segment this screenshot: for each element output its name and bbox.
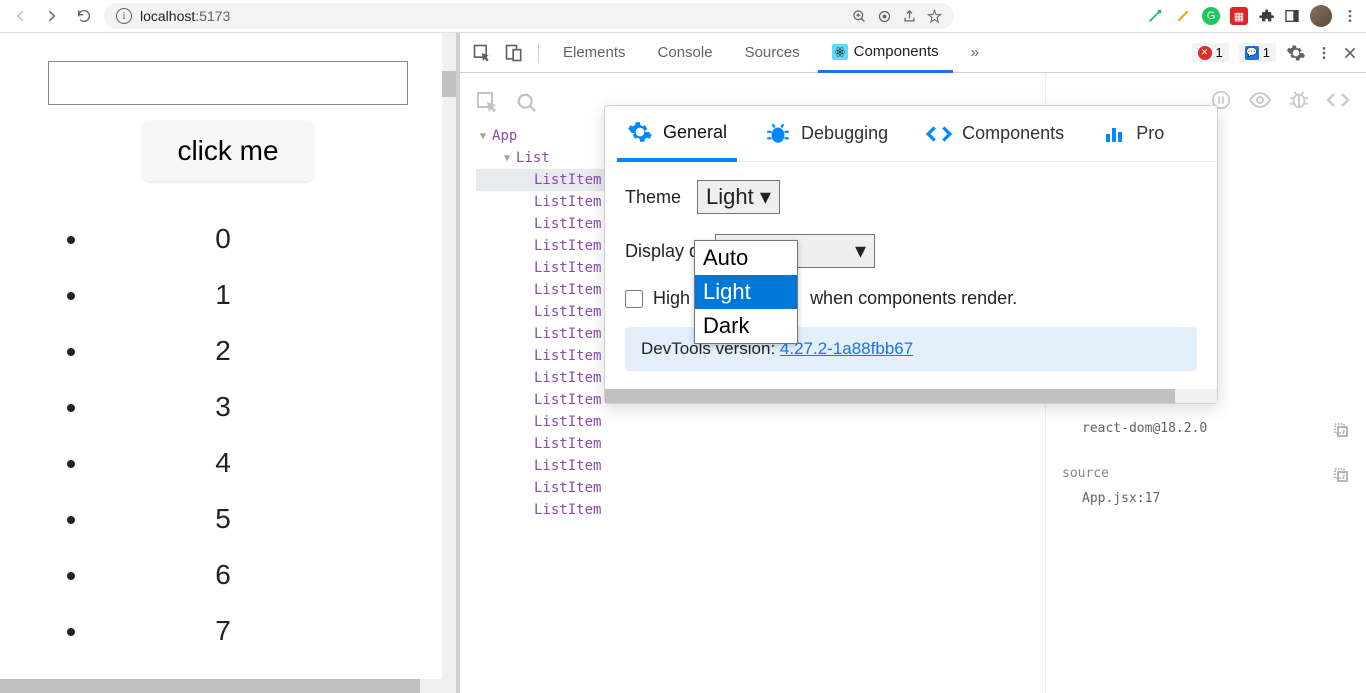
copy-icon[interactable] (1332, 421, 1350, 439)
text-input[interactable] (48, 61, 408, 105)
number-list: 01234567 (40, 211, 416, 659)
message-badge[interactable]: 💬1 (1239, 43, 1276, 62)
zoom-icon[interactable] (852, 9, 867, 24)
horizontal-scrollbar[interactable] (0, 679, 442, 693)
code-icon (926, 121, 952, 147)
devtools-close-icon[interactable] (1342, 45, 1358, 61)
rendered-by-value: react-dom@18.2.0 (1082, 421, 1350, 436)
share-icon[interactable] (902, 9, 917, 24)
back-button[interactable] (8, 4, 32, 28)
tab-console[interactable]: Console (644, 33, 727, 73)
tab-elements[interactable]: Elements (549, 33, 640, 73)
copy-icon[interactable] (1332, 466, 1350, 484)
error-badge[interactable]: ✕1 (1192, 43, 1229, 62)
click-me-button[interactable]: click me (143, 121, 312, 181)
popover-scrollbar[interactable] (605, 389, 1217, 403)
theme-option-light[interactable]: Light (695, 275, 797, 309)
tab-components[interactable]: Components (818, 33, 953, 73)
tree-search-icon[interactable] (516, 92, 538, 114)
browser-toolbar: i localhost:5173 G ▦ (0, 0, 1366, 33)
element-picker-icon[interactable] (468, 39, 496, 67)
source-label: source (1062, 466, 1109, 481)
react-logo-icon (832, 44, 848, 60)
site-info-icon[interactable]: i (116, 8, 132, 24)
tree-node-listitem[interactable]: ListItem (476, 455, 1045, 477)
bug-icon[interactable] (1288, 89, 1310, 111)
settings-tab-profiler[interactable]: Pro (1092, 106, 1174, 162)
inspect-eye-icon[interactable] (1248, 88, 1272, 112)
version-link[interactable]: 4.27.2-1a88fbb67 (780, 339, 913, 358)
devtools-menu-icon[interactable] (1316, 45, 1332, 61)
theme-option-auto[interactable]: Auto (695, 241, 797, 275)
code-icon[interactable] (1326, 88, 1350, 112)
devtools-tab-bar: Elements Console Sources Components » ✕1… (460, 33, 1366, 73)
extension-icon-2[interactable] (1174, 7, 1192, 25)
lens-icon[interactable] (877, 9, 892, 24)
url-text: localhost:5173 (140, 8, 230, 24)
side-panel-icon[interactable] (1284, 8, 1300, 24)
list-item: 4 (90, 435, 416, 491)
theme-option-dark[interactable]: Dark (695, 309, 797, 343)
chevron-down-icon: ▾ (760, 184, 771, 209)
chrome-menu-icon[interactable] (1342, 8, 1358, 24)
settings-tab-general[interactable]: General (617, 106, 737, 162)
vertical-scrollbar[interactable] (442, 33, 456, 693)
gear-icon (627, 119, 653, 145)
list-item: 5 (90, 491, 416, 547)
list-item: 1 (90, 267, 416, 323)
chart-icon (1102, 122, 1126, 146)
chevron-down-icon: ▾ (855, 238, 866, 264)
list-item: 7 (90, 603, 416, 659)
density-label: Display d (625, 241, 699, 262)
reload-button[interactable] (72, 4, 96, 28)
list-item: 6 (90, 547, 416, 603)
devtools-settings-icon[interactable] (1286, 43, 1306, 63)
theme-select[interactable]: Light ▾ (697, 180, 780, 214)
tree-picker-icon[interactable] (476, 91, 500, 115)
list-item: 3 (90, 379, 416, 435)
settings-tab-components[interactable]: Components (916, 106, 1074, 162)
bookmark-icon[interactable] (927, 9, 942, 24)
tree-node-listitem[interactable]: ListItem (476, 477, 1045, 499)
tree-node-listitem[interactable]: ListItem (476, 499, 1045, 521)
address-bar[interactable]: i localhost:5173 (104, 3, 954, 29)
page-viewport: click me 01234567 (0, 33, 456, 693)
tabs-overflow[interactable]: » (957, 33, 993, 73)
theme-label: Theme (625, 187, 681, 208)
tree-node-listitem[interactable]: ListItem (476, 411, 1045, 433)
tree-node-listitem[interactable]: ListItem (476, 433, 1045, 455)
profile-avatar[interactable] (1310, 5, 1332, 27)
extensions-icon[interactable] (1258, 8, 1274, 24)
tab-sources[interactable]: Sources (731, 33, 814, 73)
list-item: 2 (90, 323, 416, 379)
list-item: 0 (90, 211, 416, 267)
settings-tab-debugging[interactable]: Debugging (755, 106, 898, 162)
device-toggle-icon[interactable] (500, 39, 528, 67)
extension-icon-4[interactable]: ▦ (1230, 7, 1248, 25)
forward-button[interactable] (40, 4, 64, 28)
extension-icon-1[interactable] (1146, 7, 1164, 25)
source-value: App.jsx:17 (1082, 491, 1350, 506)
theme-dropdown: Auto Light Dark (694, 240, 798, 344)
extension-icon-3[interactable]: G (1202, 7, 1220, 25)
bug-icon (765, 121, 791, 147)
